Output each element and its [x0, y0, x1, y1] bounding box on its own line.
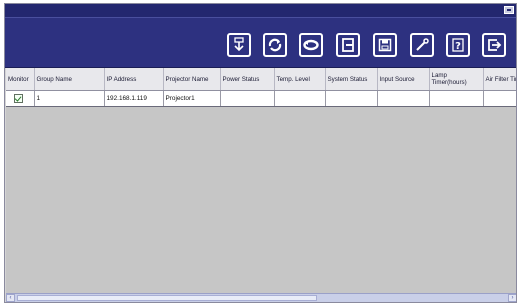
group-name-cell[interactable]: 1: [34, 90, 105, 107]
svg-text:?: ?: [455, 41, 461, 52]
column-header-projector-name[interactable]: Projector Name: [163, 68, 221, 91]
column-header-monitor[interactable]: Monitor: [6, 68, 35, 91]
power-status-cell[interactable]: [220, 90, 275, 107]
title-bar: [5, 4, 516, 17]
projector-table-area: Monitor Group Name IP Address Projector …: [6, 68, 516, 294]
column-header-system-status[interactable]: System Status: [325, 68, 378, 91]
temp-level-cell[interactable]: [274, 90, 326, 107]
refresh-down-button[interactable]: [227, 33, 251, 57]
monitor-checkbox[interactable]: [14, 94, 23, 103]
ip-address-cell[interactable]: 192.168.1.119: [104, 90, 164, 107]
system-status-cell[interactable]: [325, 90, 378, 107]
save-icon: [378, 38, 392, 52]
reload-icon: [268, 38, 282, 52]
tools-button[interactable]: [410, 33, 434, 57]
help-icon: ?: [452, 38, 464, 52]
toolbar: ?: [5, 17, 516, 68]
projector-table: Monitor Group Name IP Address Projector …: [6, 68, 516, 107]
column-header-temp-level[interactable]: Temp. Level: [274, 68, 326, 91]
reload-button[interactable]: [263, 33, 287, 57]
table-header-row: Monitor Group Name IP Address Projector …: [6, 68, 516, 91]
projector-name-cell[interactable]: Projector1: [163, 90, 221, 107]
lamp-timer-cell[interactable]: [429, 90, 484, 107]
column-header-ip-address[interactable]: IP Address: [104, 68, 164, 91]
column-header-air-filter-timer[interactable]: Air Filter Timer (hours): [483, 68, 516, 91]
input-source-cell[interactable]: [377, 90, 430, 107]
minimize-button[interactable]: [504, 6, 514, 14]
scroll-left-arrow[interactable]: ‹: [6, 294, 15, 302]
column-header-power-status[interactable]: Power Status: [220, 68, 275, 91]
scroll-right-arrow[interactable]: ›: [508, 294, 516, 302]
help-button[interactable]: ?: [446, 33, 470, 57]
input-button[interactable]: [336, 33, 360, 57]
exit-icon: [488, 39, 502, 51]
scrollbar-thumb[interactable]: [17, 295, 317, 301]
monitor-cell: [6, 90, 35, 107]
air-filter-timer-cell[interactable]: [483, 90, 516, 107]
sync-icon: [303, 39, 319, 51]
tools-icon: [416, 38, 429, 51]
column-header-input-source[interactable]: Input Source: [377, 68, 430, 91]
column-header-lamp-timer[interactable]: Lamp Timer(hours): [429, 68, 484, 91]
input-icon: [342, 38, 354, 52]
horizontal-scrollbar[interactable]: ‹ ›: [6, 293, 516, 302]
exit-button[interactable]: [482, 33, 506, 57]
column-header-group-name[interactable]: Group Name: [34, 68, 105, 91]
refresh-down-icon: [234, 37, 244, 52]
app-window: ? Monitor Group Name IP Address Projecto…: [4, 3, 517, 303]
save-button[interactable]: [373, 33, 397, 57]
sync-button[interactable]: [299, 33, 323, 57]
table-row[interactable]: 1 192.168.1.119 Projector1: [6, 90, 516, 107]
